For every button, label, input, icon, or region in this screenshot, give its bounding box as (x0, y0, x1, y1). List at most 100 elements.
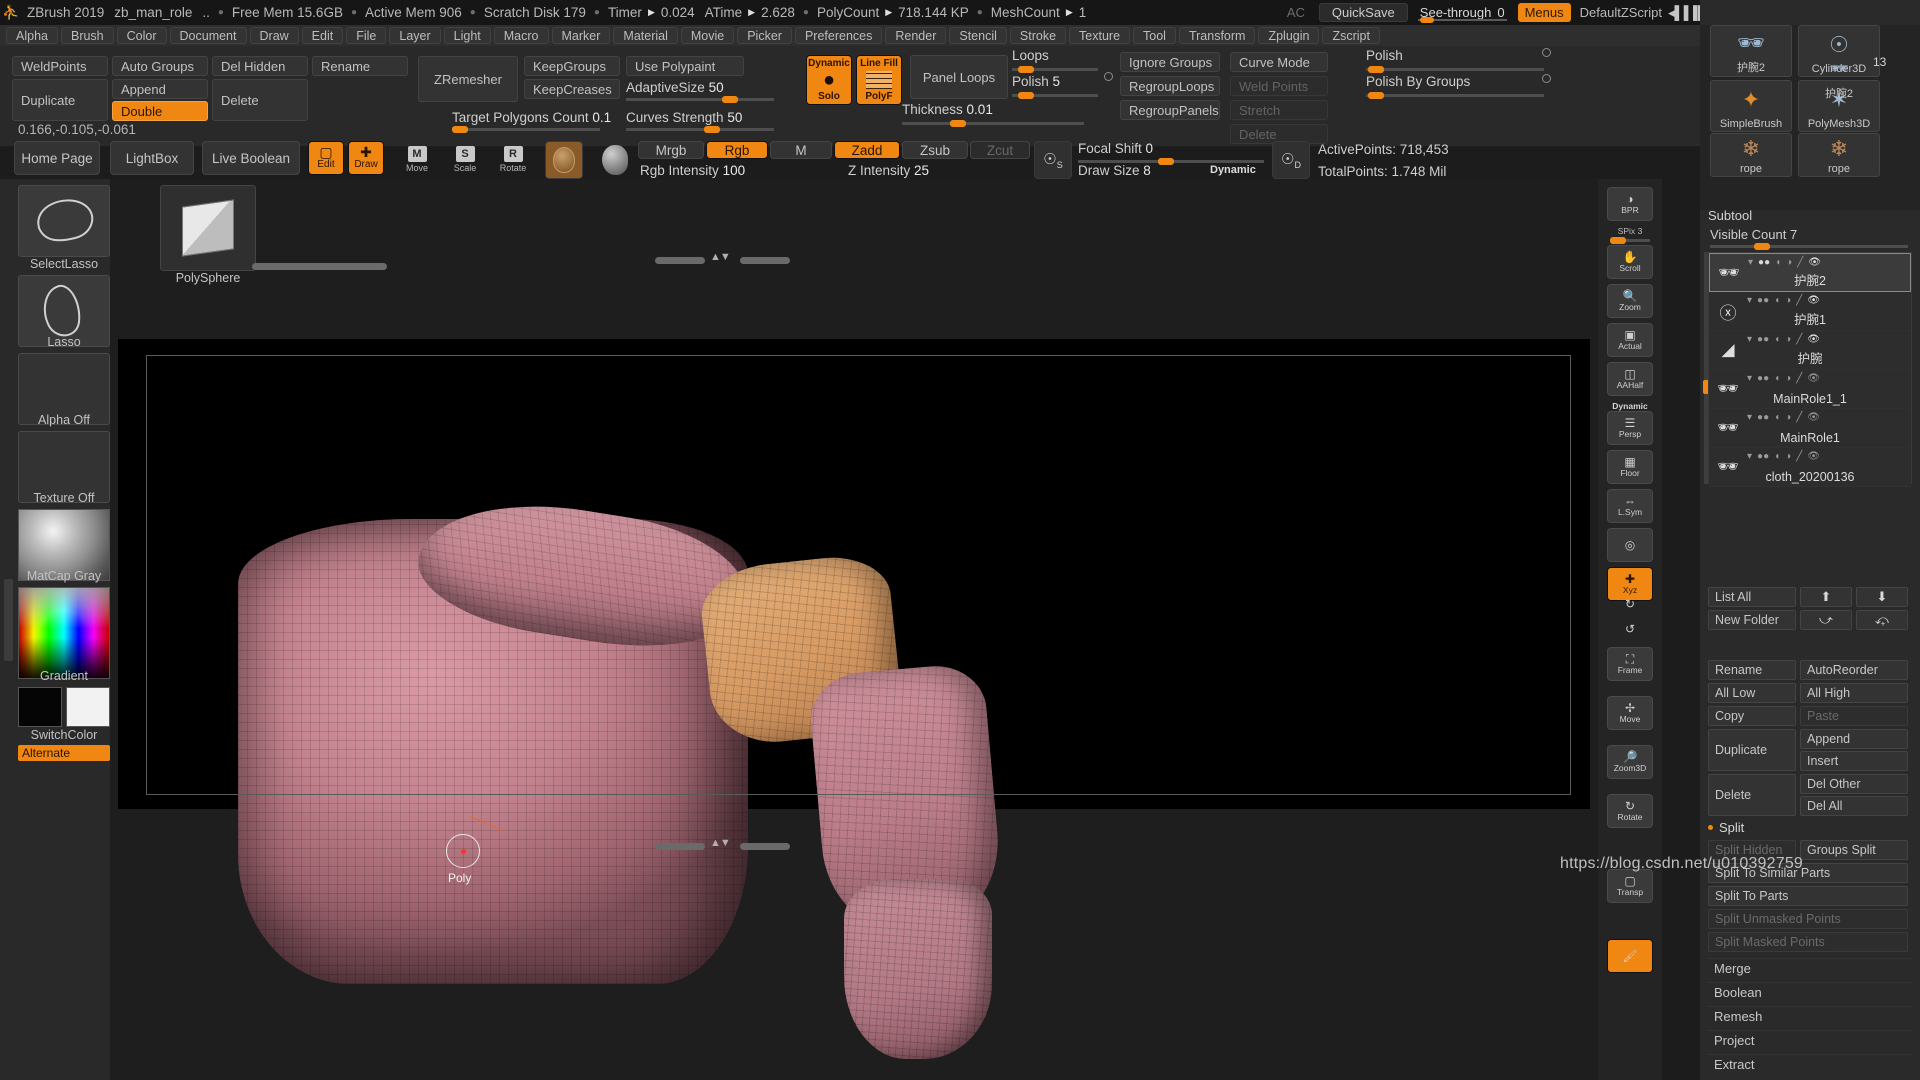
canvas-bottom-nav-left-pill[interactable] (655, 843, 705, 850)
zcut-button[interactable]: Zcut (970, 141, 1030, 159)
subtool-arrow-icon[interactable]: ▾ (1748, 257, 1753, 268)
canvas-bottom-nav-right-pill[interactable] (740, 843, 790, 850)
mrgb-button[interactable]: Mrgb (638, 141, 704, 159)
see-through-knob[interactable] (1419, 17, 1434, 23)
menu-layer[interactable]: Layer (389, 27, 441, 44)
auto-groups-button[interactable]: Auto Groups (112, 56, 208, 76)
menu-document[interactable]: Document (169, 27, 247, 44)
transp-button[interactable]: ▢ Transp (1607, 869, 1653, 903)
curve-mode-button[interactable]: Curve Mode (1230, 52, 1328, 72)
polish-radio[interactable] (1542, 48, 1551, 57)
subtool-paint-icon[interactable]: ╱ (1797, 257, 1803, 268)
subtool-arrow-icon[interactable]: ▾ (1747, 334, 1752, 345)
panel-loops-button[interactable]: Panel Loops (910, 55, 1008, 99)
subtool-paint-icon[interactable]: ╱ (1796, 451, 1802, 462)
menu-texture[interactable]: Texture (1069, 27, 1131, 44)
menu-tool[interactable]: Tool (1133, 27, 1176, 44)
edit-button[interactable]: ▢ Edit (308, 141, 344, 175)
zsub-button[interactable]: Zsub (902, 141, 968, 159)
duplicate-button[interactable]: Duplicate (12, 79, 108, 121)
subtool-row-0-icons[interactable]: ▾ ●● ◖ ◑ ╱ 👁 (1748, 257, 1821, 268)
polyf-button[interactable]: Line Fill PolyF (856, 55, 902, 105)
current-tool-thumbnail[interactable] (160, 185, 256, 271)
menu-edit[interactable]: Edit (301, 27, 344, 44)
subtool-half-icon[interactable]: ◖ (1774, 451, 1780, 462)
merge-section[interactable]: Merge (1708, 958, 1912, 978)
subtool-visibility-toggle-icon[interactable]: ●● (1758, 257, 1770, 268)
rgb-button[interactable]: Rgb (706, 141, 768, 159)
menu-stencil[interactable]: Stencil (949, 27, 1007, 44)
menu-zplugin[interactable]: Zplugin (1258, 27, 1320, 44)
polish-loops-radio[interactable] (1104, 72, 1113, 81)
insert-subtool-button[interactable]: Insert (1800, 751, 1908, 771)
menu-draw[interactable]: Draw (249, 27, 299, 44)
subtool-eye-icon[interactable]: 👁 (1807, 373, 1820, 384)
split-to-parts-button[interactable]: Split To Parts (1708, 886, 1908, 906)
boolean-section[interactable]: Boolean (1708, 982, 1912, 1002)
subtool-arrow-icon[interactable]: ▾ (1747, 373, 1752, 384)
copy-button[interactable]: Copy (1708, 706, 1796, 726)
thickness-slider[interactable] (902, 120, 1084, 127)
target-polygons-slider[interactable] (452, 126, 600, 133)
tool-slot-2[interactable]: ✦ SimpleBrush (1710, 80, 1792, 132)
solo-button[interactable]: Dynamic ● Solo (806, 55, 852, 105)
stroke-s-button[interactable]: ☉S (1034, 141, 1072, 179)
menu-alpha[interactable]: Alpha (6, 27, 58, 44)
rotate-cw-button[interactable]: ↺ (1607, 619, 1653, 639)
curves-strength-slider[interactable] (626, 126, 774, 133)
subtool-eye-icon[interactable]: 👁 (1807, 451, 1820, 462)
alternate-button[interactable]: Alternate (18, 745, 110, 761)
tool-slot-4[interactable]: 🕶 护腕2 (1798, 50, 1880, 102)
zoom-button[interactable]: 🔍 Zoom (1607, 284, 1653, 318)
stroke-d-button[interactable]: ☉D (1272, 141, 1310, 179)
remesh-section[interactable]: Remesh (1708, 1006, 1912, 1026)
subtool-row-5[interactable]: 🕶 ▾ ●● ◖ ◑ ╱ 👁 cloth_20200136 (1709, 448, 1911, 487)
weldpoints-button[interactable]: WeldPoints (12, 56, 108, 76)
subtool-visibility-toggle-icon[interactable]: ●● (1757, 334, 1769, 345)
current-alpha-swatch[interactable] (596, 141, 634, 179)
canvas-nav-left-pill[interactable] (655, 257, 705, 264)
lsym-button[interactable]: ⇔ L.Sym (1607, 489, 1653, 523)
delete-button[interactable]: Delete (212, 79, 308, 121)
menu-render[interactable]: Render (885, 27, 947, 44)
bpr-button[interactable]: ◑ BPR (1607, 187, 1653, 221)
subtool-half-icon[interactable]: ◖ (1774, 295, 1780, 306)
del-all-button[interactable]: Del All (1800, 796, 1908, 816)
canvas-nav-right-pill[interactable] (740, 257, 790, 264)
zadd-button[interactable]: Zadd (834, 141, 900, 159)
brush-preview-button[interactable]: 🖌 (1607, 939, 1653, 973)
current-material-swatch[interactable] (545, 141, 583, 179)
subtool-eye-icon[interactable]: 👁 (1807, 412, 1820, 423)
subtool-half-icon[interactable]: ◖ (1774, 334, 1780, 345)
subtool-row-1-icons[interactable]: ▾ ●● ◖ ◑ ╱ 👁 (1747, 295, 1820, 306)
zoom3d-button[interactable]: 🔎 Zoom3D (1607, 745, 1653, 779)
subtool-row-3-icons[interactable]: ▾ ●● ◖ ◑ ╱ 👁 (1747, 373, 1820, 384)
subtool-paint-icon[interactable]: ╱ (1796, 373, 1802, 384)
paste-button[interactable]: Paste (1800, 706, 1908, 726)
canvas-top-scrollbar[interactable] (252, 263, 387, 270)
visible-count-slider[interactable] (1710, 243, 1908, 250)
subtool-visibility-toggle-icon[interactable]: ●● (1757, 451, 1769, 462)
menu-brush[interactable]: Brush (60, 27, 114, 44)
subtool-eye-icon[interactable]: 👁 (1807, 334, 1820, 345)
zremesher-button[interactable]: ZRemesher (418, 56, 518, 102)
ignore-groups-button[interactable]: Ignore Groups (1120, 52, 1220, 72)
subtool-contrast-icon[interactable]: ◑ (1785, 373, 1791, 384)
scroll-button[interactable]: ✋ Scroll (1607, 245, 1653, 279)
subtool-half-icon[interactable]: ◖ (1774, 412, 1780, 423)
subtool-arrow-icon[interactable]: ▾ (1747, 295, 1752, 306)
aahalf-button[interactable]: ◫ AAHalf (1607, 362, 1653, 396)
all-low-button[interactable]: All Low (1708, 683, 1796, 703)
actual-button[interactable]: ▣ Actual (1607, 323, 1653, 357)
subtool-row-3[interactable]: 🕶 ▾ ●● ◖ ◑ ╱ 👁 MainRole1_1 (1709, 370, 1911, 409)
new-folder-button[interactable]: New Folder (1708, 610, 1796, 630)
menu-color[interactable]: Color (116, 27, 167, 44)
subtool-row-4-icons[interactable]: ▾ ●● ◖ ◑ ╱ 👁 (1747, 412, 1820, 423)
primary-color-swatch[interactable] (18, 687, 62, 727)
subtool-contrast-icon[interactable]: ◑ (1785, 295, 1791, 306)
subtool-contrast-icon[interactable]: ◑ (1785, 334, 1791, 345)
subtool-visibility-toggle-icon[interactable]: ●● (1757, 373, 1769, 384)
auto-reorder-button[interactable]: AutoReorder (1800, 660, 1908, 680)
rotate-view-button[interactable]: ↻ Rotate (1607, 794, 1653, 828)
extract-section[interactable]: Extract (1708, 1054, 1912, 1074)
